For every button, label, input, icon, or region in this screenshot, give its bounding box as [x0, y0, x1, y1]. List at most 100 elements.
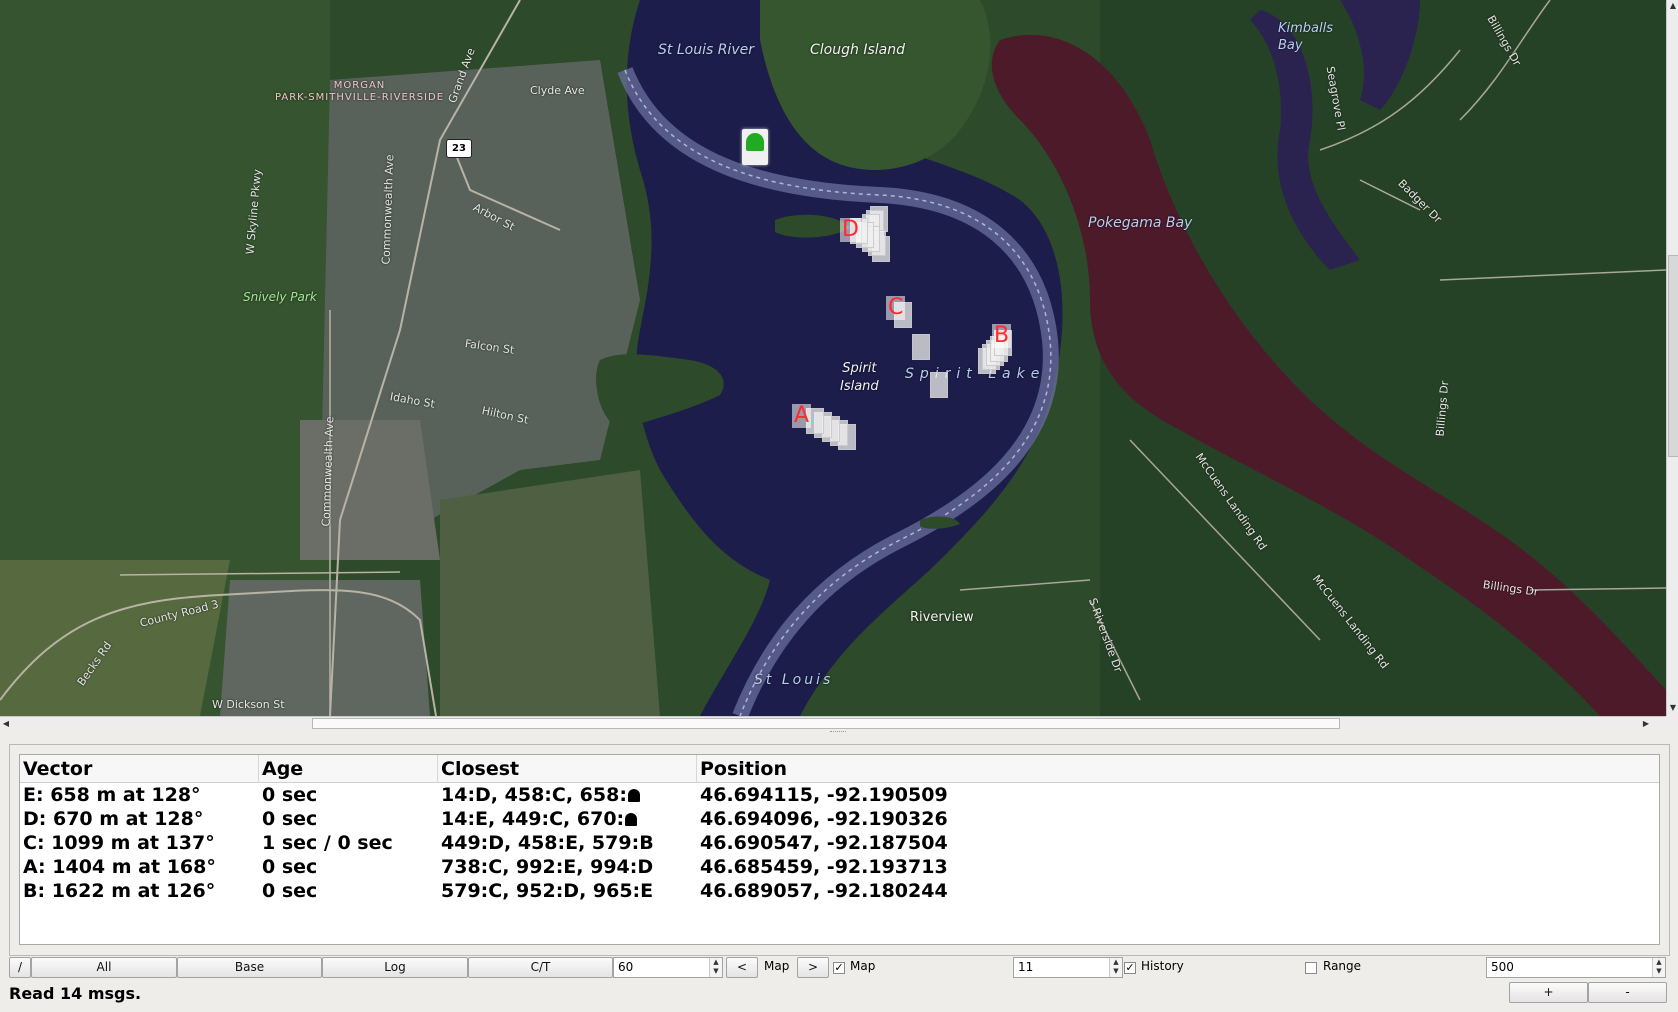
- interval-value: 60: [618, 960, 634, 974]
- spin-up-icon[interactable]: ▲: [1110, 958, 1122, 967]
- scroll-right-icon[interactable]: ▶: [1640, 717, 1652, 730]
- map-label-st-louis-river: St Louis River: [658, 42, 754, 58]
- cell-vector: C: 1099 m at 137°: [23, 832, 215, 854]
- cell-vector: A: 1404 m at 168°: [23, 856, 216, 878]
- satellite-imagery: [0, 0, 1666, 716]
- range-spinbox[interactable]: 500 ▲ ▼: [1486, 957, 1666, 978]
- history-checkbox[interactable]: ✓: [1124, 962, 1136, 974]
- cell-age: 1 sec / 0 sec: [262, 832, 393, 854]
- map-label-clyde-ave: Clyde Ave: [530, 84, 585, 97]
- map-label-riverview: Riverview: [910, 610, 974, 625]
- cell-vector: D: 670 m at 128°: [23, 808, 204, 830]
- range-checkbox-label: Range: [1323, 959, 1362, 973]
- base-button[interactable]: Base: [177, 957, 322, 978]
- map-label-w-dickson-st: W Dickson St: [212, 698, 285, 711]
- map-vertical-scroll-thumb[interactable]: [1668, 255, 1678, 457]
- map-label-st-louis: St Louis: [754, 672, 834, 688]
- zoom-spinbox[interactable]: 11 ▲ ▼: [1013, 957, 1123, 978]
- scroll-left-icon[interactable]: ◀: [0, 717, 12, 730]
- table-row[interactable]: A: 1404 m at 168° 0 sec 738:C, 992:E, 99…: [20, 855, 1659, 879]
- cell-position: 46.689057, -92.180244: [700, 880, 948, 902]
- cell-vector: B: 1622 m at 126°: [23, 880, 216, 902]
- slash-button[interactable]: /: [9, 957, 31, 978]
- previous-button[interactable]: <: [726, 957, 758, 978]
- interval-spinbox[interactable]: 60 ▲ ▼: [613, 957, 723, 978]
- spinbox-arrows[interactable]: ▲ ▼: [1109, 958, 1122, 977]
- status-message: Read 14 msgs.: [9, 984, 142, 1003]
- map-checkbox[interactable]: ✓: [833, 962, 845, 974]
- history-checkbox-label: History: [1141, 959, 1184, 973]
- zoom-out-button[interactable]: -: [1588, 982, 1667, 1003]
- spin-down-icon[interactable]: ▼: [1110, 967, 1122, 976]
- zoom-in-button[interactable]: +: [1509, 982, 1588, 1003]
- spinbox-arrows[interactable]: ▲ ▼: [1652, 958, 1665, 977]
- panel-splitter[interactable]: [0, 730, 1678, 736]
- vector-table[interactable]: Vector Age Closest Position E: 658 m at …: [19, 754, 1660, 945]
- cell-age: 0 sec: [262, 856, 318, 878]
- map-label-snively-park: Snively Park: [243, 290, 317, 304]
- map-label-morgan-park: MORGAN PARK-SMITHVILLE-RIVERSIDE: [275, 80, 445, 103]
- vessel-a-label: A: [792, 403, 812, 428]
- status-bar: Read 14 msgs. + -: [0, 981, 1678, 1012]
- range-checkbox[interactable]: [1305, 962, 1317, 974]
- column-header-age[interactable]: Age: [259, 755, 438, 782]
- cell-closest: 449:D, 458:E, 579:B: [441, 832, 654, 854]
- scroll-up-icon[interactable]: ▲: [1667, 0, 1678, 12]
- column-header-position[interactable]: Position: [697, 755, 1659, 782]
- vessel-b-label: B: [992, 323, 1012, 348]
- map-checkbox-label: Map: [850, 959, 876, 973]
- cell-closest-text: 14:E, 449:C, 670:: [441, 808, 625, 830]
- map-view[interactable]: St Louis River Clough Island Kimballs Ba…: [0, 0, 1666, 717]
- map-label-pokegama-bay: Pokegama Bay: [1088, 215, 1193, 231]
- checkmark-icon: ✓: [1125, 961, 1135, 974]
- route-shield-icon: 23: [446, 139, 472, 158]
- map-horizontal-scroll-thumb[interactable]: [312, 718, 1340, 729]
- map-label-clough-island: Clough Island: [810, 42, 905, 58]
- cell-age: 0 sec: [262, 808, 318, 830]
- home-icon: [625, 813, 638, 826]
- cell-closest: 14:D, 458:C, 658:: [438, 783, 700, 807]
- zoom-value: 11: [1018, 960, 1034, 974]
- log-button[interactable]: Log: [322, 957, 468, 978]
- table-row[interactable]: E: 658 m at 128° 0 sec 14:D, 458:C, 658:…: [20, 783, 1659, 807]
- spin-down-icon[interactable]: ▼: [710, 967, 722, 976]
- cell-vector: E: 658 m at 128°: [23, 784, 201, 806]
- range-value: 500: [1491, 960, 1514, 974]
- cell-age: 0 sec: [262, 784, 318, 806]
- map-label-kimballs-bay: Kimballs Bay: [1278, 21, 1334, 53]
- scroll-down-icon[interactable]: ▼: [1667, 702, 1678, 714]
- ct-button[interactable]: C/T: [468, 957, 613, 978]
- cell-age: 0 sec: [262, 880, 318, 902]
- cell-position: 46.694096, -92.190326: [700, 808, 948, 830]
- cell-closest-text: 14:D, 458:C, 658:: [441, 784, 627, 806]
- all-button[interactable]: All: [31, 957, 177, 978]
- column-header-vector[interactable]: Vector: [20, 755, 259, 782]
- scrollbar-corner: [1666, 716, 1678, 730]
- table-row[interactable]: C: 1099 m at 137° 1 sec / 0 sec 449:D, 4…: [20, 831, 1659, 855]
- column-header-closest[interactable]: Closest: [438, 755, 697, 782]
- cell-position: 46.685459, -92.193713: [700, 856, 948, 878]
- spin-down-icon[interactable]: ▼: [1653, 967, 1665, 976]
- map-label-spirit-island: Spirit Island: [840, 361, 879, 394]
- vessel-c-label: C: [886, 295, 906, 320]
- cell-position: 46.694115, -92.190509: [700, 784, 948, 806]
- map-nav-label: Map: [764, 959, 790, 973]
- home-base-marker[interactable]: [742, 129, 768, 165]
- map-horizontal-scrollbar[interactable]: ◀ ▶: [0, 716, 1666, 730]
- control-bar: / All Base Log C/T 60 ▲ ▼ < Map > ✓ Map 1…: [0, 955, 1678, 981]
- table-header: Vector Age Closest Position: [20, 755, 1659, 783]
- spin-up-icon[interactable]: ▲: [1653, 958, 1665, 967]
- vector-table-panel: Vector Age Closest Position E: 658 m at …: [9, 744, 1670, 956]
- vessel-d-label: D: [840, 217, 861, 242]
- cell-closest: 579:C, 952:D, 965:E: [441, 880, 654, 902]
- spinbox-arrows[interactable]: ▲ ▼: [709, 958, 722, 977]
- map-vertical-scrollbar[interactable]: ▲ ▼: [1666, 0, 1678, 716]
- cell-closest: 738:C, 992:E, 994:D: [441, 856, 654, 878]
- cell-closest: 14:E, 449:C, 670:: [438, 807, 700, 831]
- spin-up-icon[interactable]: ▲: [710, 958, 722, 967]
- table-row[interactable]: B: 1622 m at 126° 0 sec 579:C, 952:D, 96…: [20, 879, 1659, 903]
- next-button[interactable]: >: [797, 957, 829, 978]
- splitter-grip-icon: [830, 731, 846, 735]
- checkmark-icon: ✓: [834, 961, 844, 974]
- table-row[interactable]: D: 670 m at 128° 0 sec 14:E, 449:C, 670:…: [20, 807, 1659, 831]
